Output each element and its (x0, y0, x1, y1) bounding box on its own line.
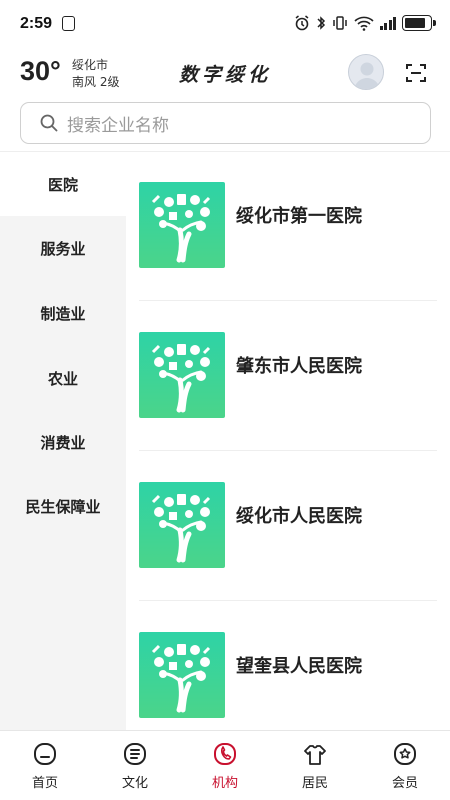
org-thumbnail (139, 632, 225, 718)
search-placeholder: 搜索企业名称 (67, 115, 169, 136)
search-input[interactable]: 搜索企业名称 (20, 102, 431, 144)
org-thumbnail (139, 332, 225, 418)
search-icon (40, 114, 58, 132)
status-bar: 2:59 (0, 0, 450, 50)
sidebar-item-service[interactable]: 服务业 (0, 216, 126, 280)
list-item[interactable]: 绥化市人民医院 (126, 452, 450, 602)
home-icon (34, 743, 56, 765)
money-tree-icon (151, 644, 211, 713)
nav-resident[interactable]: 居民 (270, 731, 360, 800)
org-list: 绥化市第一医院 肇东市人民医院 绥化市人民医院 望奎县人民医院 (126, 152, 450, 730)
nav-label: 居民 (301, 776, 328, 791)
org-name: 肇东市人民医院 (236, 356, 362, 377)
signal-icon (379, 16, 396, 30)
wifi-icon (353, 16, 374, 31)
status-time: 2:59 (20, 15, 53, 32)
culture-icon (124, 743, 146, 765)
bottom-nav: 首页 文化 机构 居民 会员 (0, 730, 450, 800)
sidebar-item-consumer[interactable]: 消费业 (0, 410, 126, 474)
status-icons (294, 15, 436, 31)
org-thumbnail (139, 482, 225, 568)
row-divider (139, 450, 437, 451)
row-divider (139, 300, 437, 301)
nav-culture[interactable]: 文化 (90, 731, 180, 800)
scan-icon[interactable] (404, 61, 428, 85)
nav-institution[interactable]: 机构 (180, 731, 270, 800)
org-name: 望奎县人民医院 (236, 656, 362, 677)
nav-home[interactable]: 首页 (0, 731, 90, 800)
header: 30° 绥化市 南风 2级 数字绥化 (0, 50, 450, 98)
list-item[interactable]: 望奎县人民医院 (126, 602, 450, 730)
list-item[interactable]: 肇东市人民医院 (126, 302, 450, 452)
money-tree-icon (151, 344, 211, 413)
member-icon (394, 743, 416, 765)
org-name: 绥化市人民医院 (236, 506, 362, 527)
battery-icon (402, 15, 436, 31)
sidebar-item-livelihood[interactable]: 民生保障业 (0, 474, 126, 538)
org-thumbnail (139, 182, 225, 268)
org-name: 绥化市第一医院 (236, 206, 362, 227)
nfc-icon (62, 16, 75, 31)
category-sidebar: 医院 服务业 制造业 农业 消费业 民生保障业 (0, 152, 126, 730)
institution-icon (214, 743, 236, 765)
nav-label: 首页 (31, 776, 58, 791)
list-item[interactable]: 绥化市第一医院 (126, 152, 450, 302)
row-divider (139, 600, 437, 601)
vibrate-icon (332, 16, 347, 30)
sidebar-item-hospital[interactable]: 医院 (0, 152, 126, 216)
nav-label: 会员 (391, 776, 418, 791)
money-tree-icon (151, 494, 211, 563)
nav-label: 机构 (211, 776, 238, 791)
bluetooth-icon (316, 16, 325, 30)
avatar[interactable] (348, 54, 384, 90)
resident-icon (304, 745, 326, 765)
sidebar-item-manufacturing[interactable]: 制造业 (0, 281, 126, 345)
alarm-icon (295, 15, 308, 31)
nav-member[interactable]: 会员 (360, 731, 450, 800)
money-tree-icon (151, 194, 211, 263)
sidebar-item-agriculture[interactable]: 农业 (0, 346, 126, 410)
nav-label: 文化 (121, 776, 148, 791)
